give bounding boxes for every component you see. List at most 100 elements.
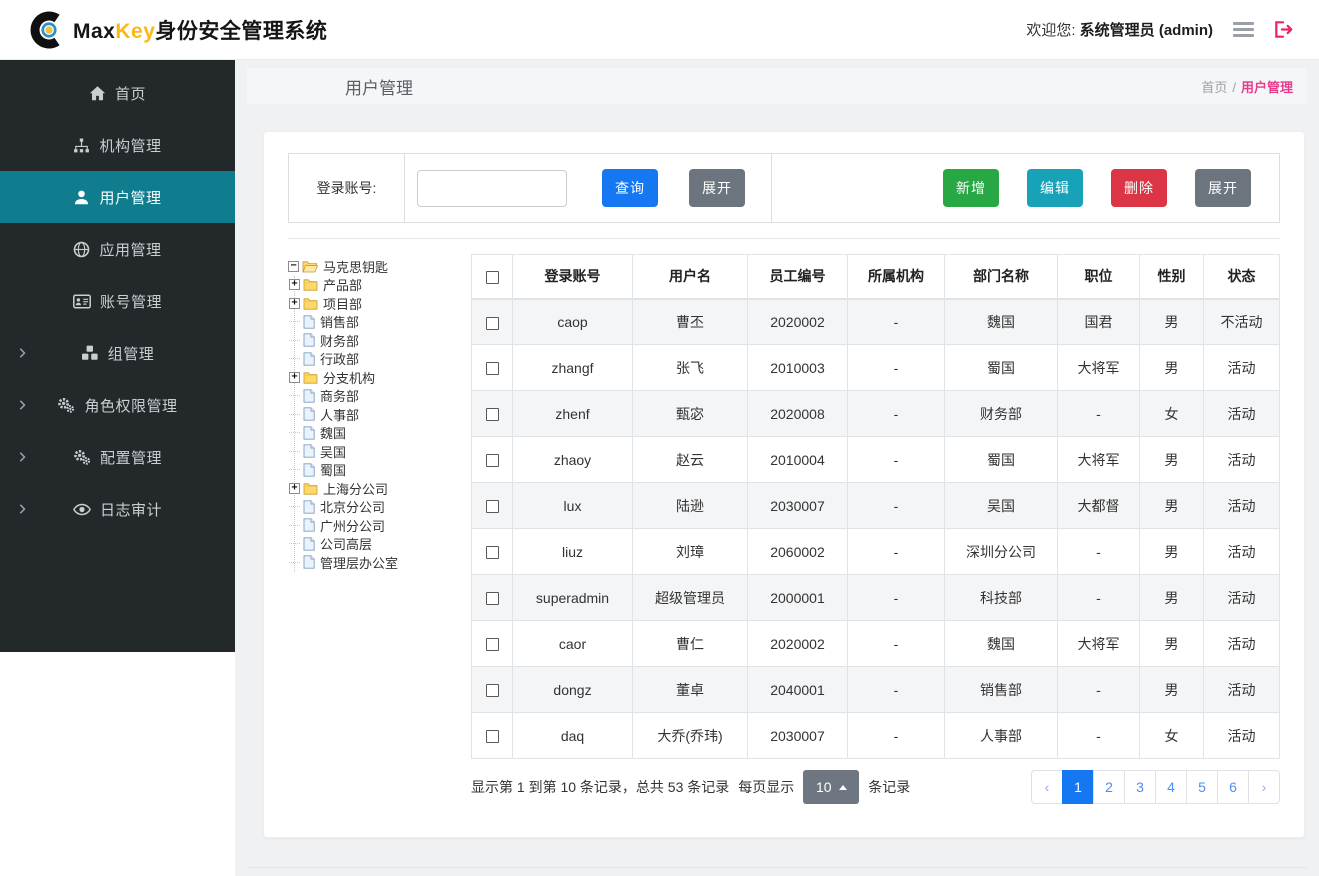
row-checkbox[interactable] <box>485 500 499 514</box>
select-all-cell <box>471 254 513 300</box>
expand-box-icon[interactable]: + <box>289 279 300 291</box>
cell: 2030007 <box>747 482 848 529</box>
table-row[interactable]: zhenf 甄宓 2020008- 财务部 - 女活动 <box>471 390 1280 437</box>
page-button-5[interactable]: 5 <box>1186 770 1218 804</box>
tree-node-label[interactable]: 项目部 <box>321 294 364 313</box>
brand: MaxKey身份安全管理系统 <box>28 9 327 51</box>
tree-node[interactable]: 行政部 <box>289 349 471 369</box>
tree-node[interactable]: 人事部 <box>289 405 471 424</box>
prev-page-button[interactable]: ‹ <box>1031 770 1063 804</box>
tree-node-label[interactable]: 马克思钥匙 <box>321 257 390 276</box>
sidebar-item-label: 应用管理 <box>99 241 162 259</box>
page-button-2[interactable]: 2 <box>1093 770 1125 804</box>
row-checkbox[interactable] <box>485 454 499 468</box>
row-checkbox[interactable] <box>485 684 499 698</box>
table-row[interactable]: caor 曹仁 2020002- 魏国 大将军男活动 <box>471 620 1280 667</box>
breadcrumb-home-link[interactable]: 首页 <box>1201 80 1227 95</box>
tree-node[interactable]: + 分支机构 <box>289 368 471 387</box>
table-row[interactable]: dongz 董卓 2040001- 销售部 - 男活动 <box>471 666 1280 713</box>
sidebar-item-group[interactable]: 组管理 <box>0 327 235 379</box>
tree-node[interactable]: 魏国 <box>289 423 471 443</box>
sidebar-item-home[interactable]: 首页 <box>0 67 235 119</box>
menu-toggle-icon[interactable] <box>1233 19 1254 40</box>
tree-node[interactable]: − 马克思钥匙 <box>288 257 471 276</box>
tree-node-label[interactable]: 产品部 <box>321 275 364 294</box>
table-row[interactable]: zhaoy 赵云 2010004- 蜀国 大将军男活动 <box>471 436 1280 483</box>
tree-node-label[interactable]: 魏国 <box>318 423 348 442</box>
tree-node-label[interactable]: 蜀国 <box>318 460 348 479</box>
tree-node[interactable]: 北京分公司 <box>289 497 471 517</box>
table-row[interactable]: lux 陆逊 2030007- 吴国 大都督男活动 <box>471 482 1280 529</box>
tree-node-label[interactable]: 销售部 <box>318 312 361 331</box>
tree-node-label[interactable]: 财务部 <box>318 331 361 350</box>
sidebar-item-org[interactable]: 机构管理 <box>0 119 235 171</box>
toolbar-expand-button[interactable]: 展开 <box>1195 169 1251 207</box>
page-size-select[interactable]: 10 <box>803 770 860 804</box>
cell: 国君 <box>1057 298 1140 345</box>
row-checkbox[interactable] <box>485 638 499 652</box>
cell: 女 <box>1139 712 1204 759</box>
cell: 赵云 <box>632 436 748 483</box>
row-checkbox[interactable] <box>485 730 499 744</box>
tree-node-label[interactable]: 管理层办公室 <box>318 553 400 572</box>
top-header: MaxKey身份安全管理系统 欢迎您: 系统管理员 (admin) <box>0 0 1319 60</box>
expand-box-icon[interactable]: + <box>289 371 300 383</box>
tree-node-label[interactable]: 人事部 <box>318 405 361 424</box>
row-checkbox[interactable] <box>485 362 499 376</box>
row-checkbox[interactable] <box>485 592 499 606</box>
row-checkbox[interactable] <box>485 546 499 560</box>
query-button[interactable]: 查询 <box>602 169 658 207</box>
tree-node-label[interactable]: 商务部 <box>318 386 361 405</box>
cell: 大将军 <box>1057 620 1140 667</box>
search-expand-button[interactable]: 展开 <box>689 169 745 207</box>
sidebar-item-audit[interactable]: 日志审计 <box>0 483 235 535</box>
tree-node-label[interactable]: 北京分公司 <box>318 497 387 516</box>
tree-node[interactable]: 销售部 <box>289 312 471 332</box>
tree-node-label[interactable]: 分支机构 <box>321 368 377 387</box>
tree-node[interactable]: 公司高层 <box>289 534 471 554</box>
sidebar-item-user[interactable]: 用户管理 <box>0 171 235 223</box>
page-button-1[interactable]: 1 <box>1062 770 1094 804</box>
tree-node[interactable]: 吴国 <box>289 442 471 461</box>
tree-node[interactable]: 商务部 <box>289 386 471 406</box>
sidebar-item-config[interactable]: 配置管理 <box>0 431 235 483</box>
tree-node-label[interactable]: 行政部 <box>318 349 361 368</box>
row-checkbox[interactable] <box>485 408 499 422</box>
login-account-input[interactable] <box>417 169 567 207</box>
tree-node[interactable]: 管理层办公室 <box>289 553 471 572</box>
tree-node[interactable]: + 项目部 <box>289 294 471 313</box>
tree-node[interactable]: 财务部 <box>289 331 471 350</box>
table-row[interactable]: caop 曹丕 2020002- 魏国 国君男不活动 <box>471 298 1280 345</box>
tree-node-label[interactable]: 广州分公司 <box>318 516 387 535</box>
expand-box-icon[interactable]: + <box>289 482 300 494</box>
page-button-6[interactable]: 6 <box>1217 770 1249 804</box>
tree-node[interactable]: 广州分公司 <box>289 516 471 535</box>
row-checkbox[interactable] <box>485 316 499 330</box>
cell: 甄宓 <box>632 390 748 437</box>
tree-node-label[interactable]: 吴国 <box>318 442 348 461</box>
sidebar-item-app[interactable]: 应用管理 <box>0 223 235 275</box>
cell: 魏国 <box>944 298 1058 345</box>
table-row[interactable]: liuz 刘璋 2060002- 深圳分公司 - 男活动 <box>471 528 1280 575</box>
tree-node-label[interactable]: 上海分公司 <box>321 479 390 498</box>
tree-node[interactable]: + 上海分公司 <box>289 479 471 498</box>
tree-node[interactable]: + 产品部 <box>289 275 471 295</box>
tree-node[interactable]: 蜀国 <box>289 460 471 480</box>
expand-box-icon[interactable]: + <box>289 297 300 309</box>
page-button-4[interactable]: 4 <box>1155 770 1187 804</box>
collapse-box-icon[interactable]: − <box>288 260 299 272</box>
edit-button[interactable]: 编辑 <box>1027 169 1083 207</box>
next-page-button[interactable]: › <box>1248 770 1280 804</box>
sidebar-item-role[interactable]: 角色权限管理 <box>0 379 235 431</box>
table-row[interactable]: zhangf 张飞 2010003- 蜀国 大将军男活动 <box>471 344 1280 391</box>
page-button-3[interactable]: 3 <box>1124 770 1156 804</box>
select-all-checkbox[interactable] <box>485 271 499 285</box>
table-row[interactable]: superadmin 超级管理员 2000001- 科技部 - 男活动 <box>471 574 1280 621</box>
sidebar-item-account[interactable]: 账号管理 <box>0 275 235 327</box>
delete-button[interactable]: 删除 <box>1111 169 1167 207</box>
page-size-value: 10 <box>815 779 832 795</box>
logout-icon[interactable] <box>1274 21 1293 38</box>
tree-node-label[interactable]: 公司高层 <box>318 534 374 553</box>
add-button[interactable]: 新增 <box>943 169 999 207</box>
table-row[interactable]: daq 大乔(乔玮) 2030007- 人事部 - 女活动 <box>471 712 1280 759</box>
